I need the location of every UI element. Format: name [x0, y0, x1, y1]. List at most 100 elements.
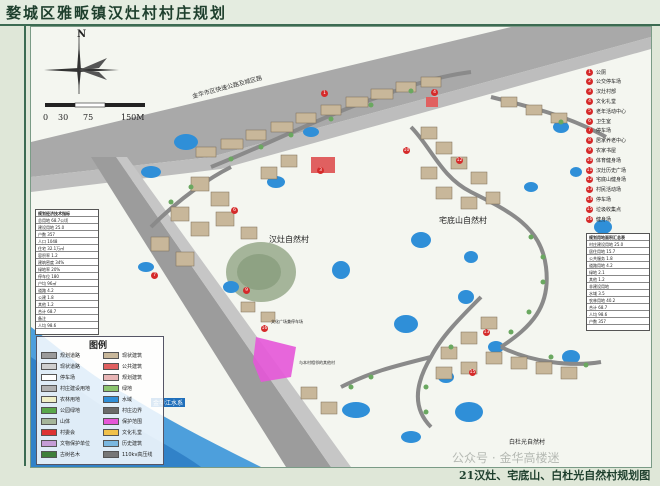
label-village-baidu: 白杜光自然村 [509, 439, 546, 446]
legend-item: 水域 [103, 395, 132, 403]
legend-swatch [41, 351, 57, 359]
map-pin-10: 10 [403, 147, 410, 154]
table-left-row: 人均 98.6 [36, 322, 98, 329]
legend-swatch [41, 428, 57, 436]
map-pin-7: 7 [151, 272, 158, 279]
table-left-row: 备注 [36, 315, 98, 322]
table-right-row: 农林用地 40.2 [587, 297, 649, 304]
facility-label: 卫生室 [596, 118, 612, 125]
legend-swatch [103, 417, 119, 425]
facility-label: 居家养老中心 [596, 138, 627, 145]
legend-item: 村庄建设用地 [41, 384, 90, 392]
map-pin-13: 13 [483, 329, 490, 336]
legend-label: 规划道路 [60, 352, 81, 359]
table-left-row: 容积率 1.2 [36, 252, 98, 259]
facility-label: 停车场 [596, 128, 612, 135]
legend-swatch [41, 373, 57, 381]
facility-label: 村民活动场 [596, 187, 622, 194]
facility-number-badge: 13 [586, 186, 593, 194]
facility-number-badge: 5 [586, 107, 593, 115]
legend-swatch [103, 362, 119, 370]
facility-label: 体育健身场 [596, 157, 622, 164]
landuse-table-right: 规划用地面积汇总表 村庄建设用地 25.0 居住用地 15.7 公共服务 1.8… [586, 233, 650, 331]
legend-label: 古树名木 [60, 451, 81, 458]
facility-number-badge: 12 [586, 176, 593, 184]
table-right-row: 道路用地 4.2 [587, 262, 649, 269]
table-left-row: 公建 1.8 [36, 294, 98, 301]
table-left-row: 户均 96㎡ [36, 280, 98, 287]
map-pin-6: 6 [231, 207, 238, 214]
legend-label: 现状建筑 [122, 352, 143, 359]
facility-list-item: 1 公厕 [586, 67, 606, 77]
legend-swatch [103, 395, 119, 403]
legend-label: 文化礼堂 [122, 429, 143, 436]
legend-swatch [103, 439, 119, 447]
legend-label: 现状道路 [60, 363, 81, 370]
facility-number-badge: 4 [586, 97, 593, 105]
facility-label: 公交停车场 [596, 79, 622, 86]
table-right-row: 人均 98.6 [587, 311, 649, 318]
facility-number-badge: 9 [586, 146, 593, 154]
legend-item: 停车场 [41, 373, 75, 381]
table-left-row: 绿地率 20% [36, 266, 98, 273]
legend-item: 村委会 [41, 428, 75, 436]
page-title: 婺城区雅畈镇汉灶村村庄规划 [6, 4, 228, 22]
facility-list-item: 3 汉灶村部 [586, 87, 616, 97]
watermark-text: 公众号 · 金华高楼迷 [452, 451, 560, 465]
legend-item: 规划道路 [41, 351, 80, 359]
table-right-row: 公共服务 1.8 [587, 255, 649, 262]
legend-swatch [103, 351, 119, 359]
facility-list-item: 5 老年活动中心 [586, 106, 626, 116]
legend-label: 村委会 [60, 429, 76, 436]
scale-tick-3: 150M [121, 113, 145, 122]
facility-list-item: 14 停车场 [586, 194, 611, 204]
table-left-row: 住宅 32.1万㎡ [36, 245, 98, 252]
scale-bar [45, 102, 145, 108]
map-pin-1: 1 [321, 90, 328, 97]
table-left-row: 总用地 68.7公顷 [36, 217, 98, 224]
legend-swatch [41, 406, 57, 414]
facility-label: 汉灶历史广场 [596, 167, 627, 174]
legend-item: 历史建筑 [103, 439, 142, 447]
facility-label: 垃圾收集点 [596, 206, 622, 213]
facility-list-item: 15 垃圾收集点 [586, 204, 621, 214]
legend-item: 规划建筑 [103, 373, 142, 381]
facility-list-item: 9 农家书屋 [586, 145, 616, 155]
table-right-row: 居住用地 15.7 [587, 248, 649, 255]
legend-label: 农林用地 [60, 396, 81, 403]
legend-label: 村庄建设用地 [60, 385, 91, 392]
table-left-row: 其他 1.2 [36, 301, 98, 308]
table-left-row: 人口 1048 [36, 238, 98, 245]
label-village-handzao: 汉灶自然村 [269, 235, 309, 244]
map-pin-15: 15 [469, 369, 476, 376]
legend-item: 村庄边界 [103, 406, 142, 414]
legend-label: 规划建筑 [122, 374, 143, 381]
indicator-table-left: 规划经济技术指标 总用地 68.7公顷 建设用地 25.0 户数 357 人口 … [35, 209, 99, 335]
legend-swatch [103, 406, 119, 414]
facility-label: 公厕 [596, 69, 607, 76]
facility-number-badge: 10 [586, 156, 593, 164]
legend-item: 文化礼堂 [103, 428, 142, 436]
facility-number-badge: 1 [586, 68, 593, 76]
legend-swatch [41, 417, 57, 425]
legend-swatch [103, 373, 119, 381]
facility-list-item: 8 居家养老中心 [586, 136, 626, 146]
facility-list-item: 11 汉灶历史广场 [586, 165, 626, 175]
legend-label: 村庄边界 [122, 407, 143, 414]
legend-item: 绿地 [103, 384, 132, 392]
table-right-row: 合计 68.7 [587, 304, 649, 311]
table-left-row: 道路 4.2 [36, 287, 98, 294]
facility-list-item: 13 村民活动场 [586, 185, 621, 195]
legend-item: 公共建筑 [103, 362, 142, 370]
legend-item: 110kv高压线 [103, 450, 152, 458]
legend-label: 文物保护单位 [60, 440, 91, 447]
facility-list-item: 6 卫生室 [586, 116, 611, 126]
legend-item: 公园绿地 [41, 406, 80, 414]
facility-number-badge: 3 [586, 88, 593, 96]
legend: 图例 规划道路 现状建筑 现状道路 公共建筑 停车场 规划建筑 村庄建设用地 绿地 农林用地 水域… [36, 336, 164, 465]
scale-tick-0: 0 [43, 113, 49, 122]
legend-swatch [41, 362, 57, 370]
facility-list: 1 公厕 2 公交停车场 3 汉灶村部 4 文化礼堂 5 老年活动中心 6 卫生室 7 停车场 8 居家养老中… [586, 67, 646, 225]
scale-tick-2: 75 [83, 113, 94, 122]
legend-swatch [41, 395, 57, 403]
